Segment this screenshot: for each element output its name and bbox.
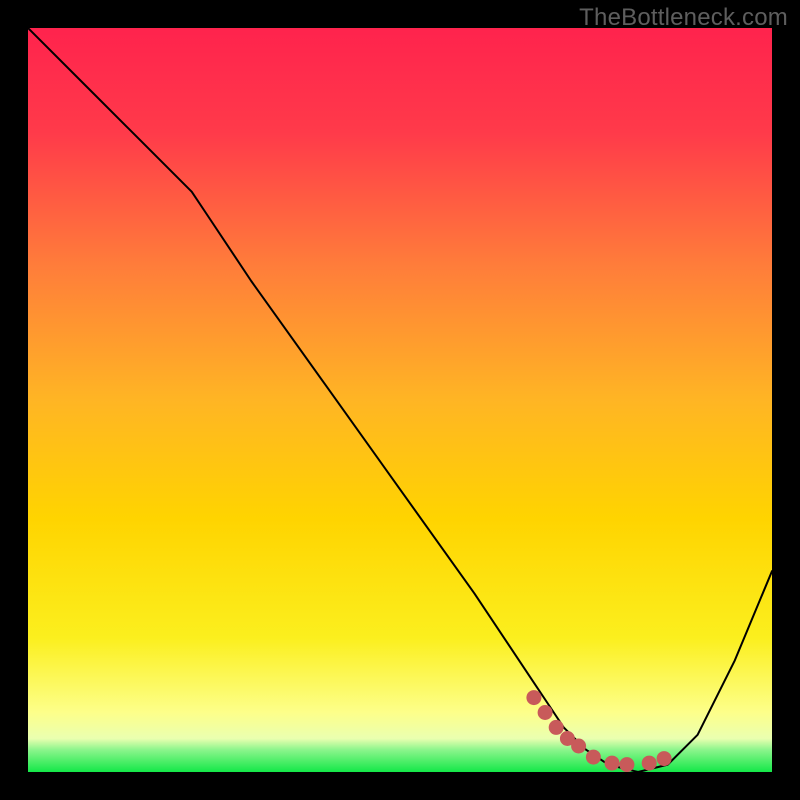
highlight-dot <box>619 757 634 772</box>
plot-frame <box>28 28 772 772</box>
highlight-dot <box>526 690 541 705</box>
highlight-dot <box>549 720 564 735</box>
highlight-dot <box>586 750 601 765</box>
highlight-dot <box>538 705 553 720</box>
highlight-dot <box>605 756 620 771</box>
highlight-dot <box>571 739 586 754</box>
highlight-dot <box>642 756 657 771</box>
watermark-text: TheBottleneck.com <box>579 4 788 32</box>
chart-canvas <box>28 28 772 772</box>
highlight-dot <box>657 751 672 766</box>
